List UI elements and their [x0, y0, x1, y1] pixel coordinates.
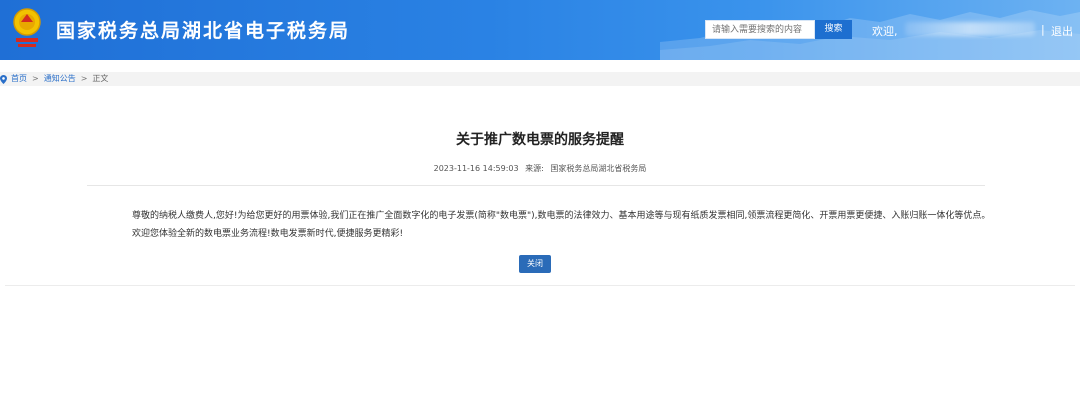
site-title: 国家税务总局湖北省电子税务局: [56, 20, 351, 42]
breadcrumb: 首页 > 通知公告 > 正文: [0, 72, 108, 86]
breadcrumb-current: 正文: [92, 74, 109, 83]
title-divider: [87, 185, 985, 186]
article-title: 关于推广数电票的服务提醒: [456, 132, 624, 148]
welcome-text: 欢迎,: [872, 25, 898, 38]
search-button[interactable]: 搜索: [815, 20, 852, 39]
article-body: 尊敬的纳税人缴费人,您好!为给您更好的用票体验,我们正在推广全面数字化的电子发票…: [132, 211, 991, 239]
breadcrumb-section[interactable]: 通知公告: [44, 72, 76, 86]
user-name-redacted: [905, 22, 1035, 36]
breadcrumb-background: [0, 72, 1080, 86]
header-separator: |: [1041, 23, 1045, 36]
search-input[interactable]: [705, 20, 815, 39]
breadcrumb-home[interactable]: 首页: [11, 72, 27, 86]
logout-link[interactable]: 退出: [1051, 23, 1073, 39]
breadcrumb-separator: >: [80, 74, 88, 83]
article-datetime: 2023-11-16 14:59:03: [433, 164, 519, 173]
content-divider: [5, 285, 1075, 286]
breadcrumb-separator: >: [32, 74, 39, 83]
tax-emblem-icon: [13, 8, 41, 47]
source-label: 来源:: [525, 164, 544, 173]
close-button[interactable]: 关闭: [519, 255, 551, 273]
article-source: 国家税务总局湖北省税务局: [550, 164, 647, 173]
top-header: 国家税务总局湖北省电子税务局 搜索 欢迎, | 退出: [0, 0, 1080, 60]
location-pin-icon: [0, 74, 7, 84]
article-meta: 2023-11-16 14:59:03 来源: 国家税务总局湖北省税务局: [0, 163, 1080, 174]
